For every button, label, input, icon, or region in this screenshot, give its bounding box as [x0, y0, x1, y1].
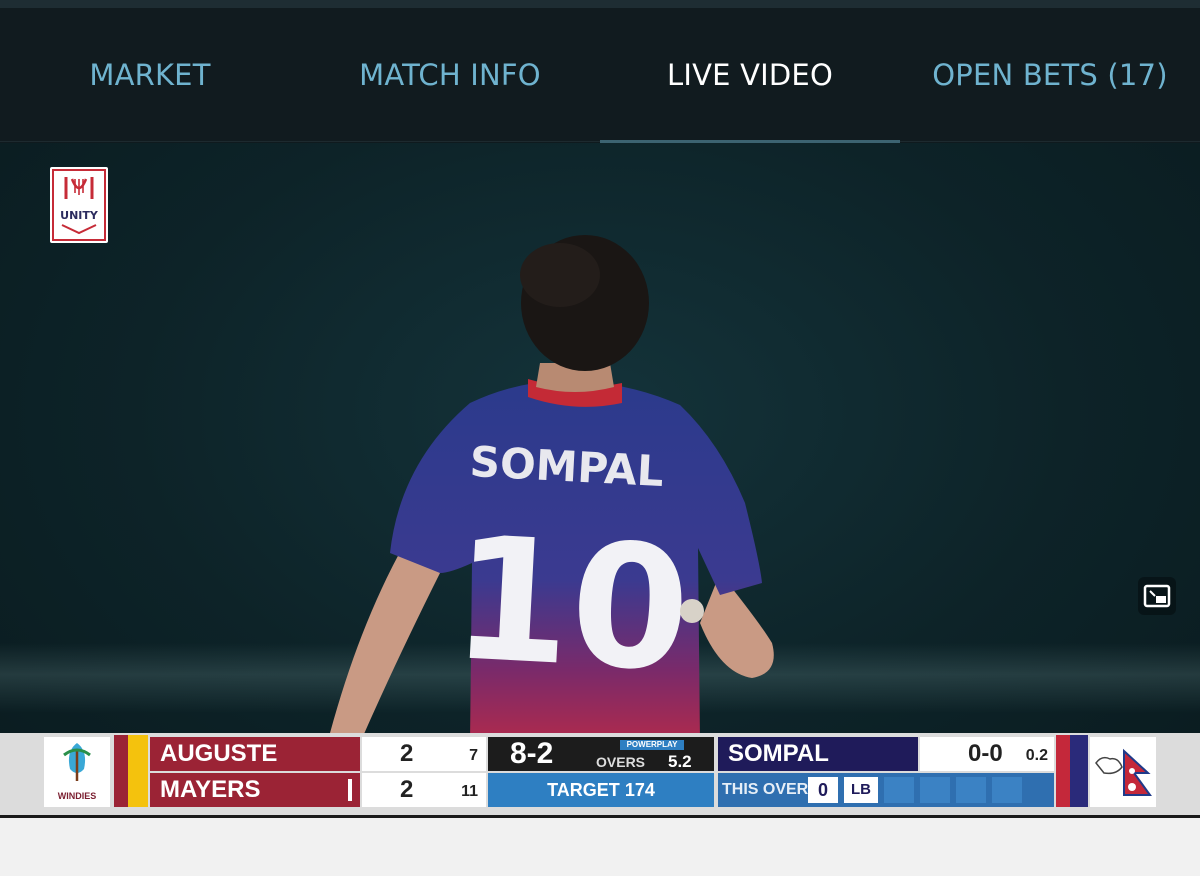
tab-bar: MARKET MATCH INFO LIVE VIDEO OPEN BETS (…: [0, 8, 1200, 148]
batter-1-runs: 2: [400, 740, 414, 767]
overs-label: OVERS: [596, 754, 646, 770]
top-strip: [0, 0, 1200, 8]
team-stripe: [1056, 735, 1070, 807]
batter-2-name: MAYERS: [150, 773, 360, 807]
batter-2-stats: 2 11: [362, 773, 486, 807]
target-value: 174: [624, 780, 655, 800]
bowler-figures: 0-0: [968, 740, 1003, 767]
live-video-player[interactable]: UNITY SOMPAL 10: [0, 143, 1200, 815]
score-panel: 8-2 POWERPLAY OVERS 5.2: [488, 737, 714, 771]
player-figure: SOMPAL 10: [320, 235, 774, 743]
on-strike-marker: [348, 779, 352, 801]
bowler-overs: 0.2: [1025, 747, 1048, 764]
ball-slot: [992, 777, 1022, 803]
target-panel: TARGET 174: [488, 773, 714, 807]
team-stripe: [128, 735, 148, 807]
windies-logo: WINDIES: [44, 737, 110, 807]
tab-match-info[interactable]: MATCH INFO: [300, 8, 600, 142]
tab-market[interactable]: MARKET: [0, 8, 300, 142]
this-over-label: THIS OVER: [722, 781, 809, 798]
batter-2-runs: 2: [400, 776, 414, 803]
batter-1-name: AUGUSTE: [150, 737, 360, 771]
team-stripe: [1070, 735, 1088, 807]
ball-1: 0: [808, 777, 838, 803]
scoreboard: WINDIES AUGUSTE MAYERS 2 7 2 11 8-2 POWE…: [0, 733, 1200, 815]
overs-value: 5.2: [668, 752, 692, 771]
team-score: 8-2: [510, 737, 554, 770]
jersey-number: 10: [448, 500, 695, 710]
tab-live-video[interactable]: LIVE VIDEO: [600, 8, 900, 142]
ball-2: LB: [844, 777, 878, 803]
batter-2-balls: 11: [461, 783, 478, 800]
windies-logo-text: WINDIES: [57, 791, 97, 801]
bowler-stats: 0-0 0.2: [920, 737, 1054, 771]
ball-slot: [884, 777, 914, 803]
target-label: TARGET: [547, 780, 620, 800]
bowler-name: SOMPAL: [718, 737, 918, 771]
powerplay-badge: POWERPLAY: [620, 740, 684, 750]
batter-1-balls: 7: [469, 747, 478, 764]
ball-slot: [956, 777, 986, 803]
picture-in-picture-icon[interactable]: [1138, 577, 1176, 615]
nepal-logo: [1090, 737, 1156, 807]
jersey-name: SOMPAL: [469, 437, 665, 496]
team-stripe: [114, 735, 128, 807]
this-over-panel: THIS OVER 0 LB: [718, 773, 1054, 807]
page-background: [0, 815, 1200, 876]
tab-open-bets[interactable]: OPEN BETS (17): [900, 8, 1200, 142]
ball-slot: [920, 777, 950, 803]
batter-1-stats: 2 7: [362, 737, 486, 771]
